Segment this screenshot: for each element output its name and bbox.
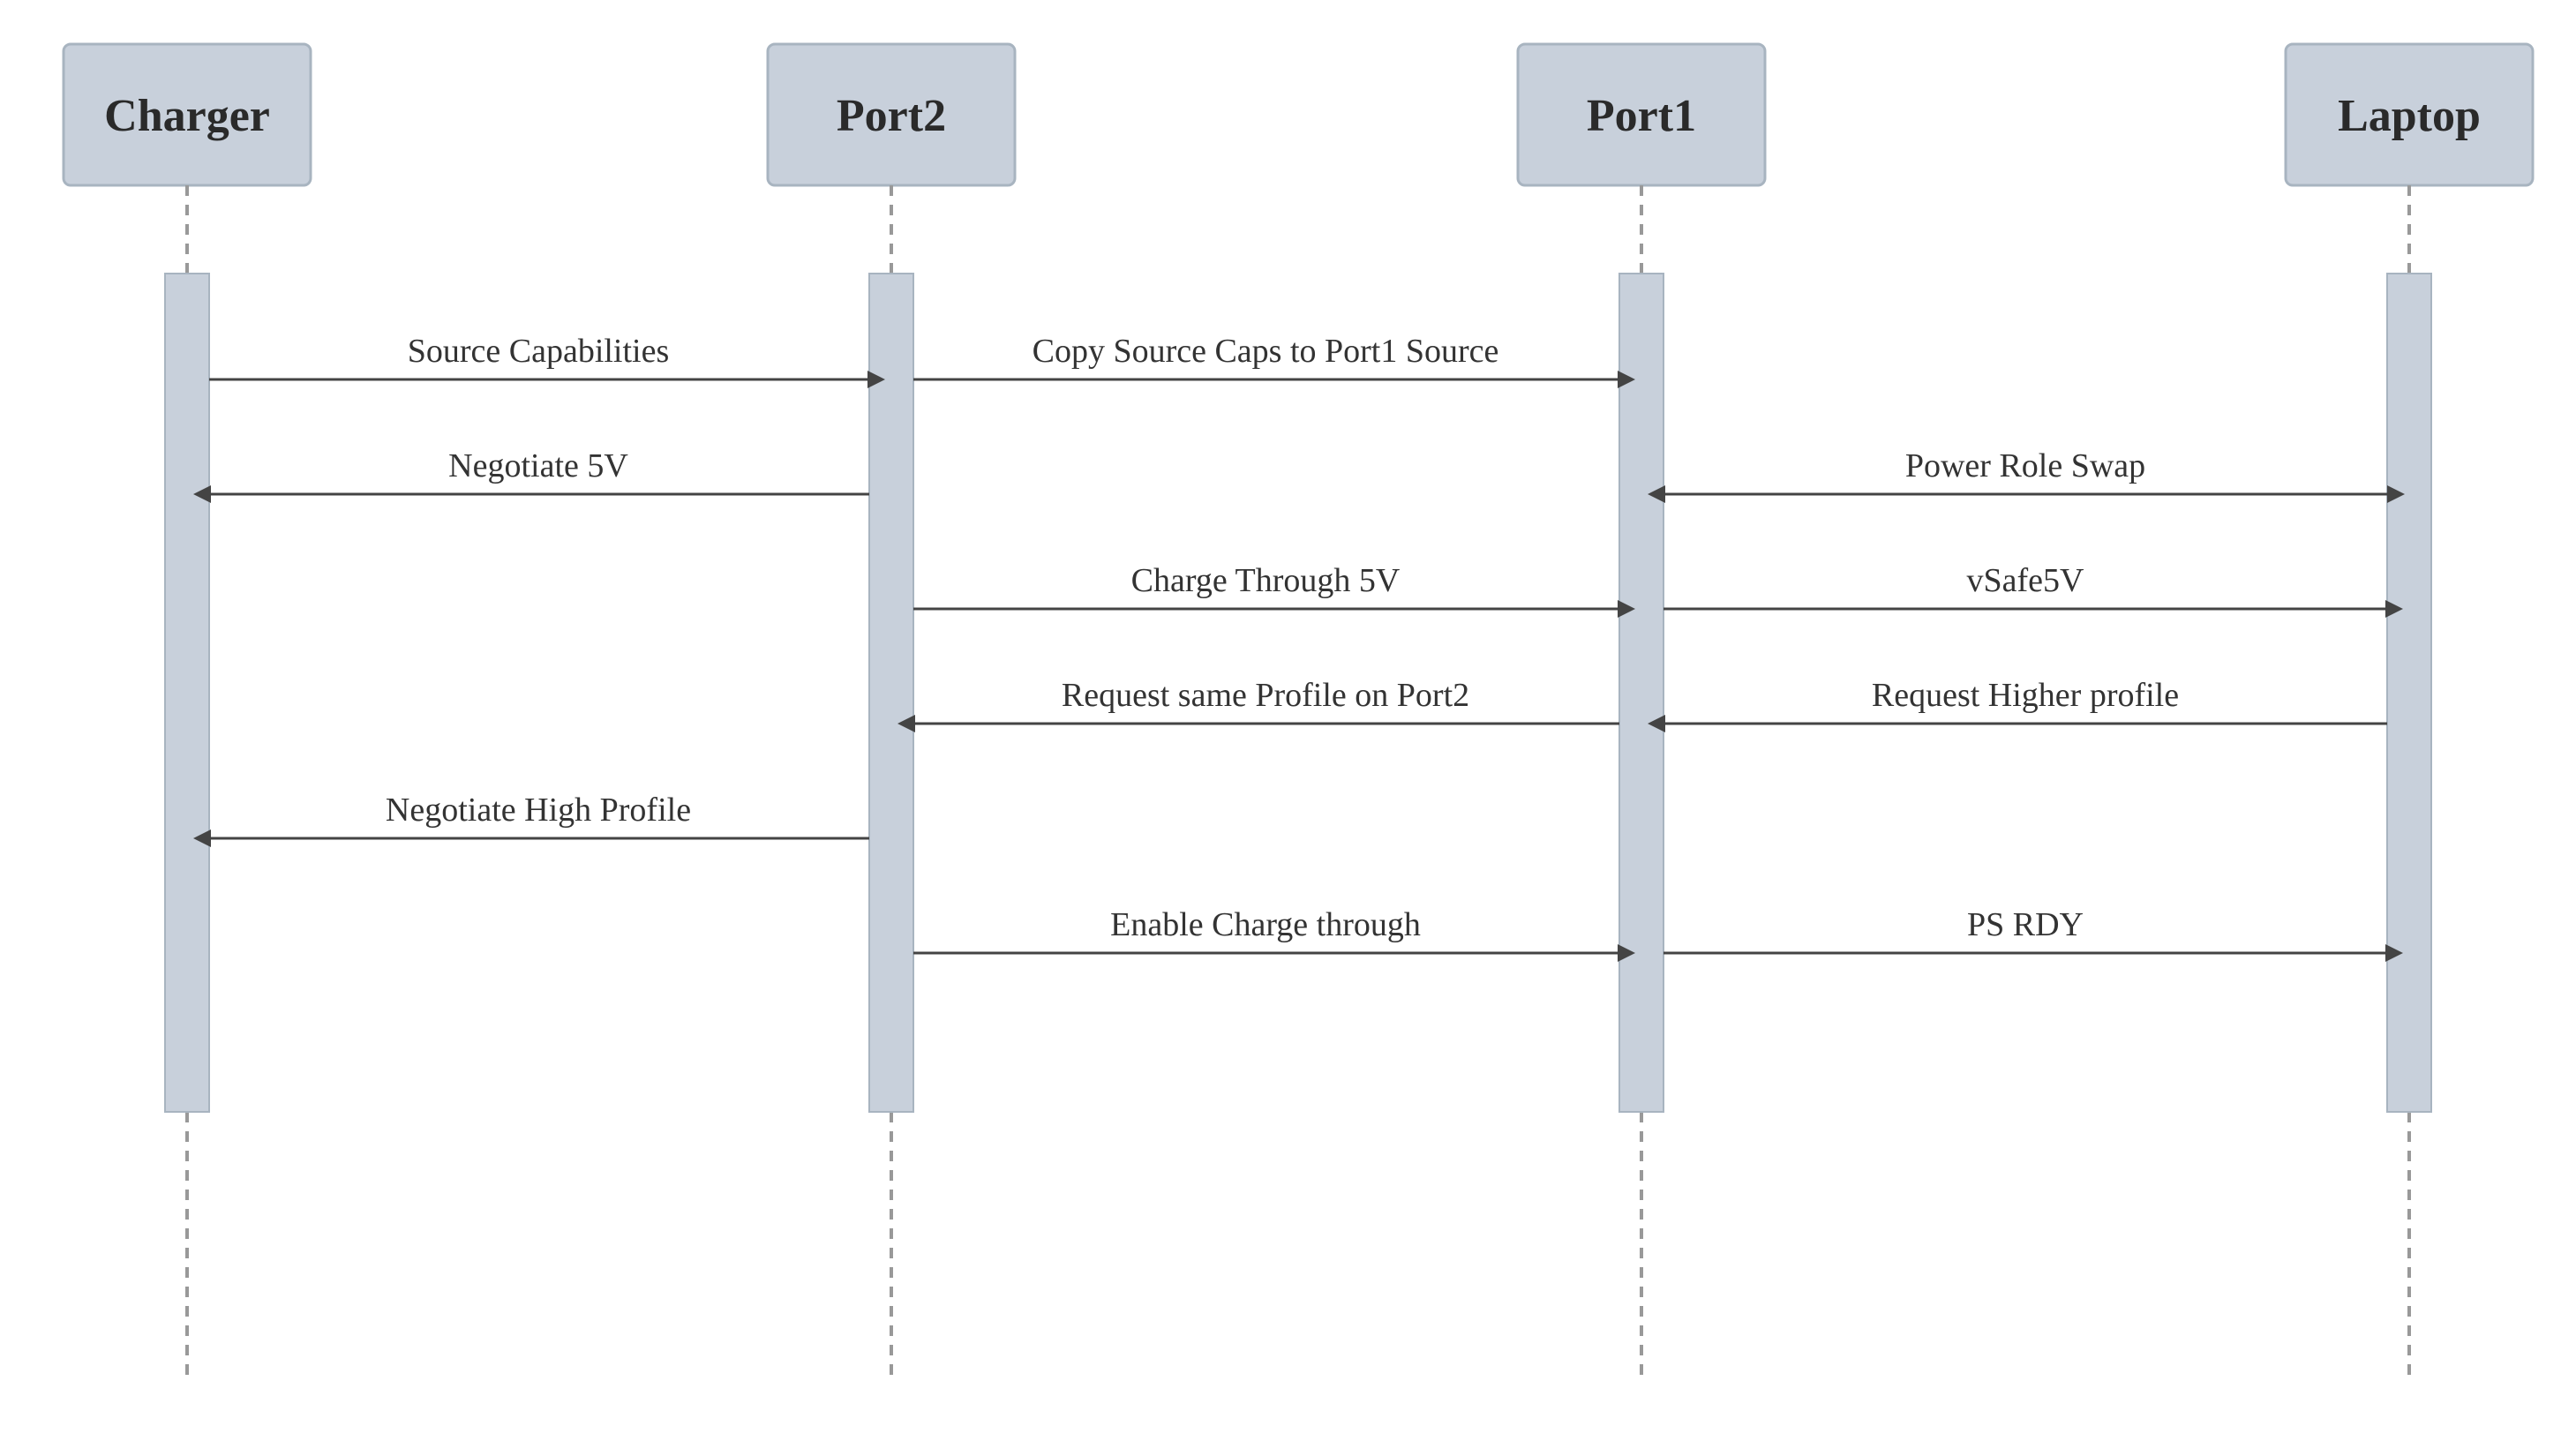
sequence-diagram-svg: Charger Port2 Port1 Laptop Source Capabi…: [0, 0, 2576, 1456]
msg2-label: Copy Source Caps to Port1 Source: [1033, 333, 1499, 370]
msg7-label: Request Higher profile: [1872, 677, 2179, 714]
charger-activation: [165, 274, 209, 1112]
port1-label: Port1: [1587, 91, 1696, 141]
msg6-label: vSafe5V: [1967, 562, 2085, 599]
diagram-container: Charger Port2 Port1 Laptop Source Capabi…: [0, 0, 2576, 1456]
msg11-label: PS RDY: [1967, 906, 2084, 943]
msg5-label: Charge Through 5V: [1131, 562, 1401, 599]
charger-label: Charger: [104, 91, 270, 141]
port1-activation: [1619, 274, 1664, 1112]
laptop-activation: [2387, 274, 2431, 1112]
msg10-label: Enable Charge through: [1110, 906, 1421, 943]
port2-activation: [869, 274, 913, 1112]
msg9-label: Negotiate High Profile: [386, 792, 691, 829]
msg4-label: Power Role Swap: [1905, 447, 2145, 484]
msg8-label: Request same Profile on Port2: [1062, 677, 1469, 714]
port2-label: Port2: [837, 91, 946, 141]
msg3-label: Negotiate 5V: [448, 447, 628, 484]
laptop-label: Laptop: [2338, 91, 2481, 141]
msg1-label: Source Capabilities: [408, 333, 670, 370]
